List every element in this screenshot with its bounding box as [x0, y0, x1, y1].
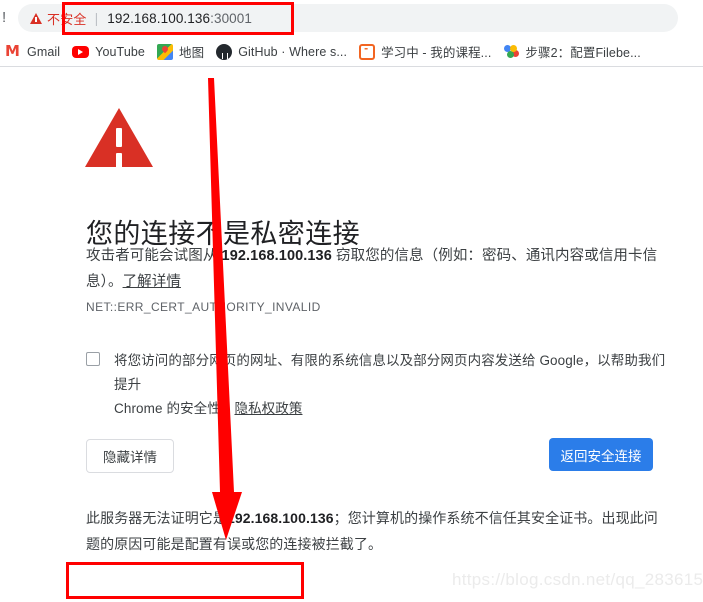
bookmark-label: 步骤2：配置Filebe... — [525, 46, 641, 60]
bookmark-youtube[interactable]: YouTube — [67, 40, 150, 64]
bracket-icon — [359, 41, 376, 60]
bookmarks-bar: Gmail YouTube 地图 GitHub · Where s... 学习中… — [0, 36, 703, 67]
details-paragraph-host: 192.168.100.136 — [227, 510, 334, 526]
browser-window: ! 不安全 | 192.168.100.136:30001 Gmail YouT… — [0, 0, 703, 602]
report-checkbox[interactable] — [86, 352, 100, 366]
bookmark-label: YouTube — [95, 44, 145, 59]
bookmark-gmail[interactable]: Gmail — [0, 40, 65, 64]
details-paragraph-pre: 此服务器无法证明它是 — [86, 510, 227, 526]
warning-paragraph: 攻击者可能会试图从 192.168.100.136 窃取您的信息（例如：密码、通… — [86, 243, 661, 295]
security-status-label: 不安全 — [47, 11, 87, 27]
warning-paragraph-pre: 攻击者可能会试图从 — [86, 248, 222, 264]
warning-paragraph-host: 192.168.100.136 — [221, 248, 332, 264]
address-bar-host: 192.168.100.136 — [107, 10, 211, 26]
privacy-policy-link[interactable]: 隐私权政策 — [234, 401, 302, 416]
report-checkbox-line1: 将您访问的部分网页的网址、有限的系统信息以及部分网页内容发送给 Google，以… — [114, 353, 666, 392]
report-checkbox-row[interactable]: 将您访问的部分网页的网址、有限的系统信息以及部分网页内容发送给 Google，以… — [86, 349, 666, 421]
bookmark-github[interactable]: GitHub · Where s... — [211, 40, 352, 64]
youtube-icon — [72, 45, 90, 58]
browser-chrome: ! 不安全 | 192.168.100.136:30001 Gmail YouT… — [0, 0, 703, 68]
bookmark-label: Gmail — [27, 44, 61, 59]
ssl-warning-triangle-icon — [85, 108, 153, 167]
github-icon — [216, 43, 233, 60]
address-bar-port: :30001 — [210, 10, 253, 26]
chrome-edge-stub: ! — [2, 9, 7, 26]
gmail-icon — [5, 42, 21, 60]
bookmark-label: 学习中 - 我的课程... — [381, 46, 492, 60]
omnibox-separator: | — [94, 10, 99, 26]
back-to-safety-button[interactable]: 返回安全连接 — [549, 438, 653, 471]
hide-details-button[interactable]: 隐藏详情 — [86, 439, 174, 473]
google-maps-icon — [156, 43, 173, 60]
details-paragraph: 此服务器无法证明它是192.168.100.136；您计算机的操作系统不信任其安… — [86, 505, 659, 557]
warning-triangle-icon[interactable] — [30, 12, 42, 24]
bookmark-maps[interactable]: 地图 — [152, 40, 209, 64]
watermark: https://blog.csdn.net/qq_28361541 — [452, 570, 703, 589]
ssl-interstitial-page: 您的连接不是私密连接 攻击者可能会试图从 192.168.100.136 窃取您… — [0, 68, 703, 602]
bookmark-label: GitHub · Where s... — [238, 44, 348, 59]
cluster-icon — [503, 44, 519, 60]
learn-more-link[interactable]: 了解详情 — [123, 274, 181, 290]
omnibox-row: ! 不安全 | 192.168.100.136:30001 — [0, 0, 703, 36]
error-code: NET::ERR_CERT_AUTHORITY_INVALID — [86, 300, 321, 314]
bookmark-course[interactable]: 学习中 - 我的课程... — [354, 40, 496, 64]
report-checkbox-label: 将您访问的部分网页的网址、有限的系统信息以及部分网页内容发送给 Google，以… — [114, 349, 666, 421]
address-bar-url[interactable]: 192.168.100.136:30001 — [107, 11, 252, 26]
bookmark-filebeat[interactable]: 步骤2：配置Filebe... — [498, 40, 645, 64]
bookmark-label: 地图 — [178, 46, 205, 60]
report-checkbox-line2: Chrome 的安全性。 — [114, 401, 235, 416]
address-bar[interactable]: 不安全 | 192.168.100.136:30001 — [18, 4, 678, 32]
